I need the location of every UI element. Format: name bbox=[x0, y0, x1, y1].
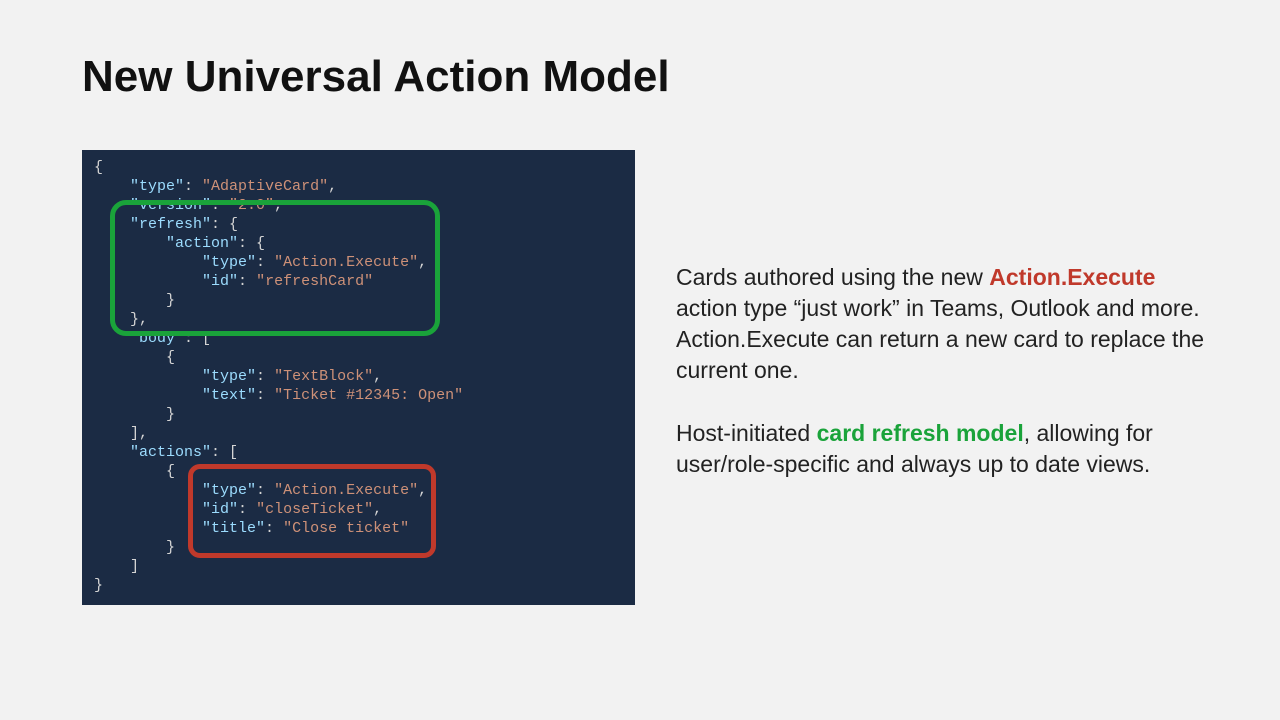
code-token: "id" bbox=[202, 273, 238, 290]
code-token: { bbox=[94, 159, 103, 176]
code-token: : bbox=[256, 482, 274, 499]
code-token bbox=[94, 368, 202, 385]
code-token: , bbox=[418, 254, 427, 271]
code-panel: { "type": "AdaptiveCard", "version": "2.… bbox=[82, 150, 635, 605]
code-token: : bbox=[256, 254, 274, 271]
emph-action-execute: Action.Execute bbox=[989, 264, 1155, 290]
text-span: action type “just work” in Teams, Outloo… bbox=[676, 295, 1204, 383]
code-token bbox=[94, 387, 202, 404]
code-token: "refresh" bbox=[130, 216, 211, 233]
code-token: { bbox=[94, 463, 175, 480]
code-token: : bbox=[256, 387, 274, 404]
code-token: }, bbox=[94, 311, 148, 328]
code-token: "title" bbox=[202, 520, 265, 537]
code-token: } bbox=[94, 577, 103, 594]
text-span: Host-initiated bbox=[676, 420, 817, 446]
paragraph-2: Host-initiated card refresh model, allow… bbox=[676, 418, 1206, 480]
code-token: , bbox=[418, 482, 427, 499]
code-token: "Ticket #12345: Open" bbox=[274, 387, 463, 404]
code-token: } bbox=[94, 406, 175, 423]
code-token: , bbox=[328, 178, 337, 195]
code-token: "text" bbox=[202, 387, 256, 404]
code-token: : { bbox=[211, 216, 238, 233]
code-token: } bbox=[94, 292, 175, 309]
code-token: "type" bbox=[130, 178, 184, 195]
code-token: "actions" bbox=[130, 444, 211, 461]
code-token: : bbox=[238, 273, 256, 290]
code-token: "closeTicket" bbox=[256, 501, 373, 518]
code-token: : bbox=[256, 368, 274, 385]
code-token bbox=[94, 520, 202, 537]
slide-title: New Universal Action Model bbox=[82, 52, 670, 102]
code-token bbox=[94, 235, 166, 252]
code-token bbox=[94, 330, 130, 347]
code-token: "type" bbox=[202, 368, 256, 385]
code-token: { bbox=[94, 349, 175, 366]
code-token: "Action.Execute" bbox=[274, 482, 418, 499]
code-token: "TextBlock" bbox=[274, 368, 373, 385]
code-token: "version" bbox=[130, 197, 211, 214]
code-token bbox=[94, 501, 202, 518]
code-token: } bbox=[94, 539, 175, 556]
code-token bbox=[94, 216, 130, 233]
code-token: "body" bbox=[130, 330, 184, 347]
code-token bbox=[94, 197, 130, 214]
code-token: : [ bbox=[211, 444, 238, 461]
code-token: "refreshCard" bbox=[256, 273, 373, 290]
code-token bbox=[94, 482, 202, 499]
code-token: "2.0" bbox=[229, 197, 274, 214]
code-token: ], bbox=[94, 425, 148, 442]
slide: New Universal Action Model { "type": "Ad… bbox=[0, 0, 1280, 720]
code-token: ] bbox=[94, 558, 139, 575]
code-token: , bbox=[274, 197, 283, 214]
emph-card-refresh-model: card refresh model bbox=[817, 420, 1024, 446]
code-token: "Action.Execute" bbox=[274, 254, 418, 271]
code-token: "action" bbox=[166, 235, 238, 252]
code-token: "type" bbox=[202, 482, 256, 499]
code-token: "AdaptiveCard" bbox=[202, 178, 328, 195]
code-token: : { bbox=[238, 235, 265, 252]
text-span: Cards authored using the new bbox=[676, 264, 989, 290]
code-token: : bbox=[184, 178, 202, 195]
code-token: , bbox=[373, 368, 382, 385]
code-token: : [ bbox=[184, 330, 211, 347]
code-token: : bbox=[211, 197, 229, 214]
code-token: "Close ticket" bbox=[283, 520, 409, 537]
code-token bbox=[94, 178, 130, 195]
code-token bbox=[94, 273, 202, 290]
code-token: , bbox=[373, 501, 382, 518]
description-text: Cards authored using the new Action.Exec… bbox=[676, 262, 1206, 512]
code-token bbox=[94, 444, 130, 461]
code-token bbox=[94, 254, 202, 271]
code-token: "type" bbox=[202, 254, 256, 271]
code-token: : bbox=[238, 501, 256, 518]
code-token: "id" bbox=[202, 501, 238, 518]
code-token: : bbox=[265, 520, 283, 537]
paragraph-1: Cards authored using the new Action.Exec… bbox=[676, 262, 1206, 386]
